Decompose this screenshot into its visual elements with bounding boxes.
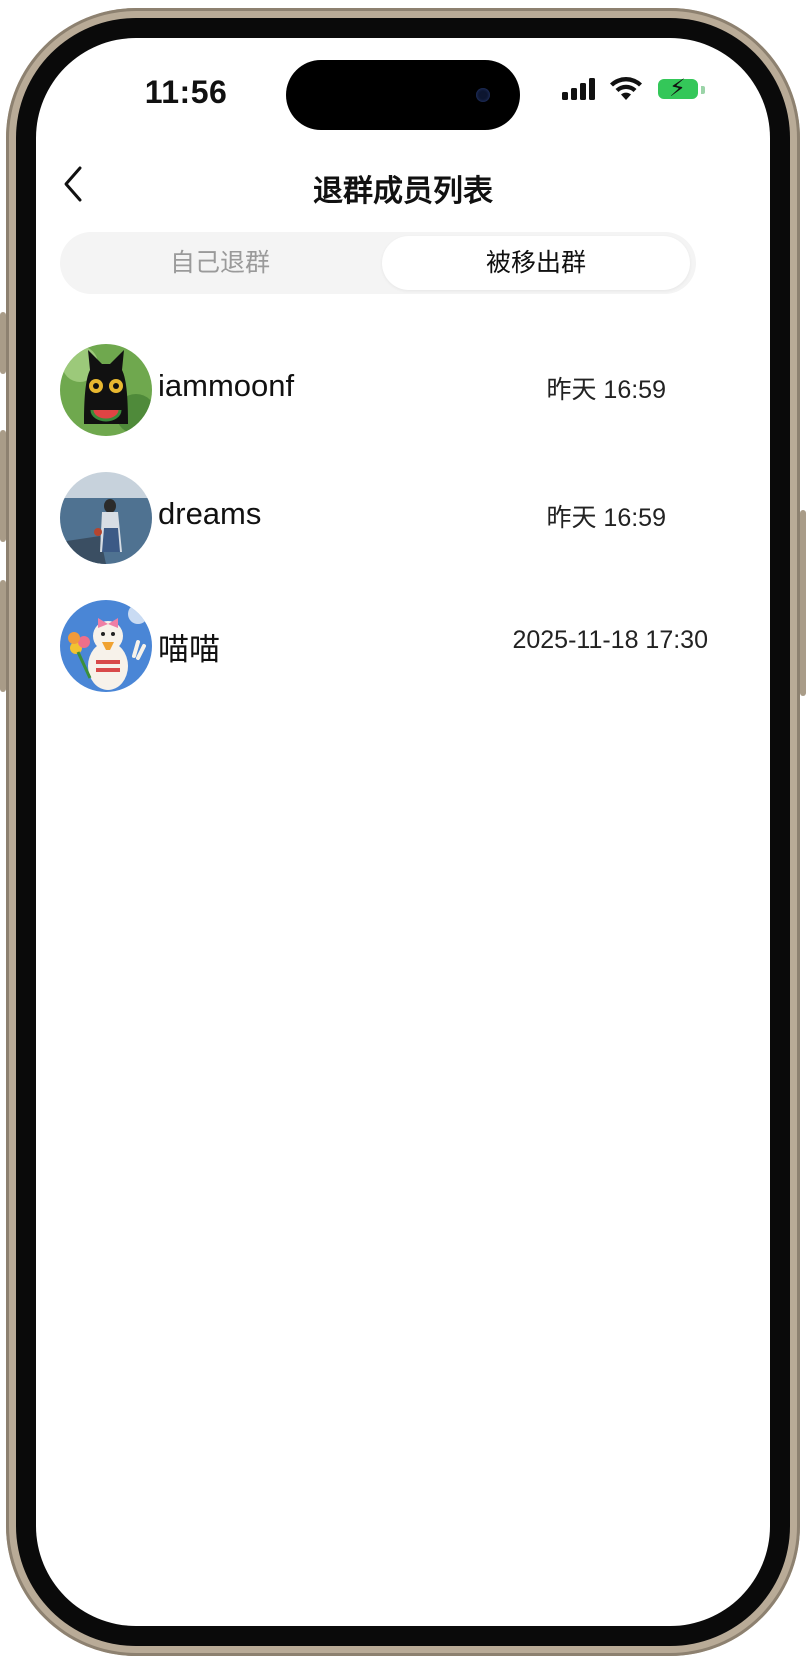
power-button [800,510,806,696]
list-item[interactable]: iammoonf 昨天 16:59 [36,330,770,458]
signal-icon [562,78,598,100]
wifi-icon [608,76,644,107]
segmented-control: 自己退群 被移出群 [60,232,696,294]
black-cat-avatar-icon [60,344,152,436]
member-name: iammoonf [158,368,295,403]
exit-time: 2025-11-18 17:30 [512,626,708,654]
nav-header: 退群成员列表 [36,148,770,220]
list-item[interactable]: dreams 昨天 16:59 [36,458,770,586]
action-button [0,312,6,374]
duck-tulip-avatar-icon [60,600,152,692]
exit-time: 昨天 16:59 [546,504,666,532]
phone-screen: 11:56 ⚡ 退群成员列表 自己退群 被移出群 iammoonf 昨天 16:… [36,38,770,1626]
front-camera-icon [476,88,490,102]
avatar[interactable] [60,472,152,564]
dynamic-island [286,60,520,130]
page-title: 退群成员列表 [313,175,493,208]
volume-down-button [0,580,6,692]
status-time: 11:56 [144,74,228,110]
avatar[interactable] [60,344,152,436]
tab-removed[interactable]: 被移出群 [382,236,690,290]
member-name: dreams [158,496,262,531]
seaside-girl-avatar-icon [60,472,152,564]
exit-time: 昨天 16:59 [546,376,666,404]
tab-self-left[interactable]: 自己退群 [66,236,374,290]
list-item[interactable]: 喵喵 2025-11-18 17:30 [36,586,770,714]
avatar[interactable] [60,600,152,692]
volume-up-button [0,430,6,542]
member-name: 喵喵 [158,632,220,667]
member-list: iammoonf 昨天 16:59 dreams 昨天 16:59 喵喵 202… [36,330,770,714]
